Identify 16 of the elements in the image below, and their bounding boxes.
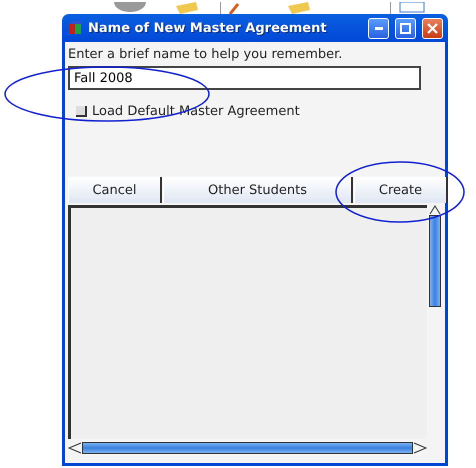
name-input-field[interactable]: Fall 2008 [68,66,421,90]
window-title: Name of New Master Agreement [88,20,328,36]
close-button[interactable] [422,18,443,38]
prompt-label: Enter a brief name to help you remember. [68,47,344,62]
dialog-button[interactable]: Create [354,177,448,203]
maximize-icon [400,22,411,34]
dialog-button[interactable]: Other Students [163,177,353,203]
horizontal-scrollbar[interactable] [68,439,427,457]
close-icon [427,22,438,34]
app-icon [68,21,82,35]
maximize-button[interactable] [395,18,416,38]
checkbox-label: Load Default Master Agreement [92,104,300,119]
dialog-button[interactable]: Cancel [68,177,162,203]
load-default-checkbox[interactable] [76,106,87,117]
minimize-button[interactable] [368,18,389,38]
minimize-icon [374,26,382,30]
